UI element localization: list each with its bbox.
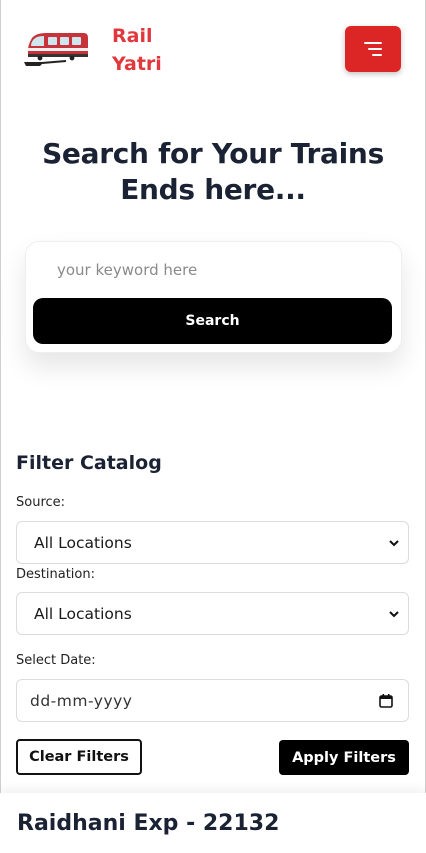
- hamburger-menu-icon: [364, 42, 382, 56]
- source-select-value: All Locations: [34, 533, 132, 552]
- filter-catalog-title: Filter Catalog: [16, 452, 162, 474]
- hero-title-line-1: Search for Your Trains: [42, 137, 384, 170]
- train-result-title: Raidhani Exp - 22132: [17, 811, 280, 836]
- brand-line-1: Rail: [112, 25, 153, 47]
- destination-select-value: All Locations: [34, 604, 132, 623]
- brand-line-2: Yatri: [112, 53, 162, 75]
- search-input[interactable]: [31, 252, 391, 288]
- source-label: Source:: [16, 495, 66, 510]
- search-button[interactable]: Search: [33, 298, 392, 344]
- date-input[interactable]: dd-mm-yyyy: [16, 679, 409, 722]
- train-logo-icon[interactable]: [22, 28, 94, 68]
- destination-label: Destination:: [16, 567, 95, 582]
- destination-select[interactable]: All Locations: [16, 592, 409, 635]
- calendar-icon[interactable]: [378, 693, 394, 709]
- date-label: Select Date:: [16, 653, 96, 668]
- source-select[interactable]: All Locations: [16, 521, 409, 564]
- brand-name[interactable]: Rail Yatri: [112, 22, 162, 78]
- date-input-placeholder: dd-mm-yyyy: [30, 691, 133, 710]
- clear-filters-button[interactable]: Clear Filters: [16, 739, 142, 775]
- hero-title-line-2: Ends here...: [120, 173, 306, 206]
- header: Rail Yatri: [0, 0, 426, 100]
- menu-button[interactable]: [345, 26, 401, 72]
- apply-filters-button[interactable]: Apply Filters: [279, 740, 409, 775]
- chevron-down-icon: [389, 611, 399, 618]
- chevron-down-icon: [389, 540, 399, 547]
- hero-title: Search for Your Trains Ends here...: [0, 136, 426, 208]
